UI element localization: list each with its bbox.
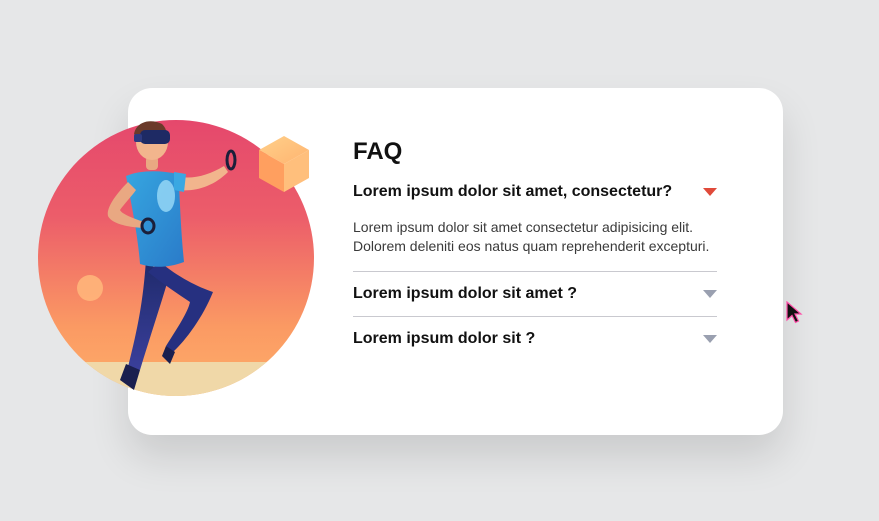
faq-question-toggle[interactable]: Lorem ipsum dolor sit amet, consectetur? xyxy=(353,180,717,204)
faq-question: Lorem ipsum dolor sit amet, consectetur? xyxy=(353,183,673,200)
triangle-down-icon[interactable] xyxy=(703,289,717,299)
faq-question-toggle[interactable]: Lorem ipsum dolor sit ? xyxy=(353,317,717,361)
triangle-down-icon[interactable] xyxy=(703,187,717,197)
vr-player-illustration xyxy=(38,120,314,396)
faq-question: Lorem ipsum dolor sit amet ? xyxy=(353,285,578,302)
triangle-down-icon[interactable] xyxy=(703,334,717,344)
faq-item: Lorem ipsum dolor sit amet, consectetur?… xyxy=(353,180,717,256)
faq-item: Lorem ipsum dolor sit ? xyxy=(353,317,717,361)
page: FAQ Lorem ipsum dolor sit amet, consecte… xyxy=(0,0,879,521)
mouse-cursor-icon xyxy=(786,301,803,324)
faq-title: FAQ xyxy=(353,138,403,165)
faq-section: FAQ Lorem ipsum dolor sit amet, consecte… xyxy=(353,138,717,361)
faq-item: Lorem ipsum dolor sit amet ? xyxy=(353,272,717,316)
faq-question: Lorem ipsum dolor sit ? xyxy=(353,330,536,347)
faq-question-toggle[interactable]: Lorem ipsum dolor sit amet ? xyxy=(353,272,717,316)
faq-answer: Lorem ipsum dolor sit amet consectetur a… xyxy=(353,219,710,254)
